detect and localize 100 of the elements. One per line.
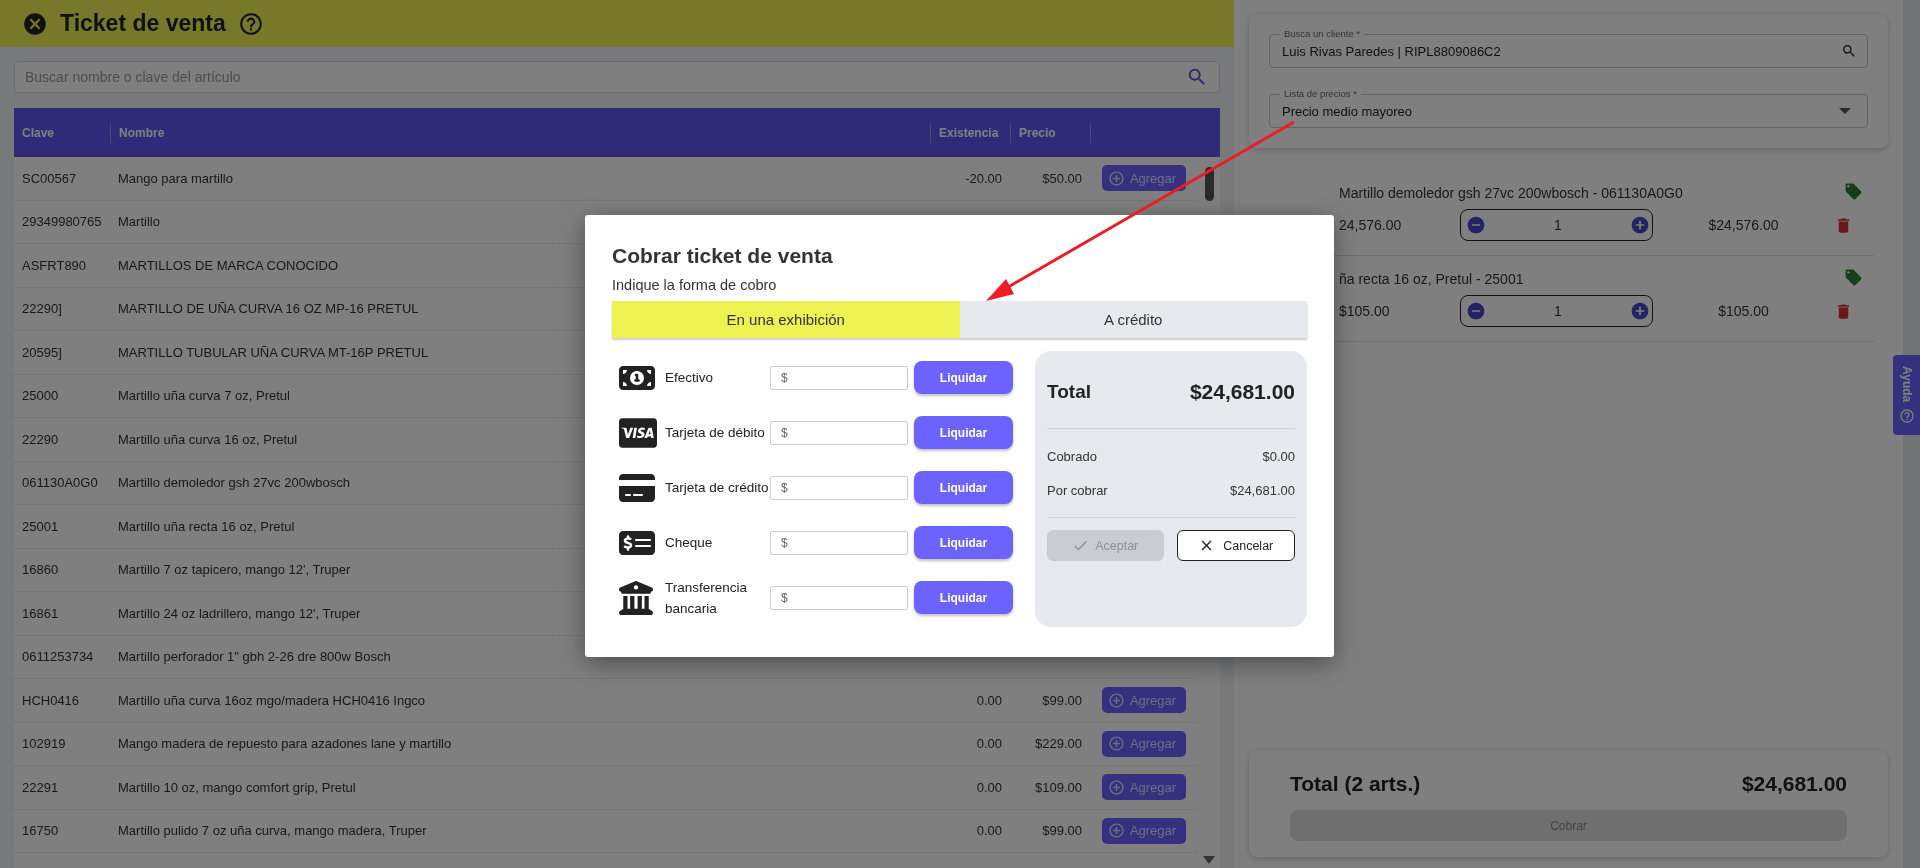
column-header: Clave	[21, 124, 56, 142]
summary-value: $24,681.00	[1229, 482, 1295, 498]
table-cell-text: 22291	[21, 779, 60, 795]
table-cell-text: 22290	[21, 431, 60, 447]
add-button[interactable]: Agregar	[1101, 687, 1187, 714]
table-cell-text: Martillo pulido 7 oz uña curva, mango madera, Truper	[117, 823, 428, 839]
add-button[interactable]: Agregar	[1101, 774, 1187, 801]
plus-icon[interactable]	[1630, 215, 1650, 235]
summary-label: Por cobrar	[1047, 482, 1108, 498]
add-button[interactable]: Agregar	[1101, 817, 1187, 844]
cancel-button[interactable]: Cancelar	[1176, 530, 1295, 561]
amount-field[interactable]: $	[770, 365, 908, 390]
tag-icon[interactable]	[1844, 182, 1863, 201]
payment-method-label: Efectivo	[665, 369, 715, 387]
page-title: Ticket de venta	[60, 10, 226, 37]
quantity-stepper[interactable]: 1	[1460, 295, 1653, 327]
table-cell-text: 102919	[21, 736, 67, 752]
table-cell-text: Martillo uña curva 16 oz, Pretul	[117, 431, 299, 447]
search-icon[interactable]	[1186, 66, 1208, 88]
payment-method-label: Tarjeta de crédito	[665, 479, 770, 497]
settle-button[interactable]: Liquidar	[914, 361, 1013, 394]
help-tab[interactable]: Ayuda	[1893, 355, 1920, 435]
add-icon	[1107, 735, 1125, 753]
table-cell-text: 0.00	[975, 823, 1003, 839]
table-cell-text: 0.00	[975, 736, 1003, 752]
column-header: Precio	[1010, 122, 1090, 143]
settle-button[interactable]: Liquidar	[914, 526, 1013, 559]
table-cell-text: MARTILLO DE UÑA CURVA 16 OZ MP-16 PRETUL	[117, 301, 420, 317]
settle-button[interactable]: Liquidar	[914, 471, 1013, 504]
cart-item-name: Martillo demoledor gsh 27vc 200wbosch - 061130A0G0	[1339, 185, 1683, 201]
table-cell-text: Martillo uña curva 16oz mgo/madera HCH0416 Ingco	[117, 692, 427, 708]
add-button[interactable]: Agregar	[1101, 165, 1187, 192]
payment-method-label: Cheque	[665, 534, 714, 552]
table-cell-text: MARTILLOS DE MARCA CONOCIDO	[117, 257, 340, 273]
line-total: $105.00	[1717, 303, 1770, 319]
table-cell-text: 25001	[21, 518, 60, 534]
table-cell-text: 16861	[21, 605, 60, 621]
summary-total-label: Total	[1047, 381, 1091, 403]
table-cell-text: 16750	[21, 823, 60, 839]
column-header: Nombre	[110, 122, 930, 143]
amount-field[interactable]: $	[770, 585, 908, 610]
unit-price: 24,576.00	[1339, 217, 1403, 233]
add-button[interactable]: Agregar	[1101, 730, 1187, 757]
add-icon	[1107, 778, 1125, 796]
table-cell-text: 0611253734	[21, 649, 95, 665]
table-cell-text: 20595]	[21, 344, 63, 360]
table-cell-text: $229.00	[1034, 736, 1083, 752]
summary-total: $24,681.00	[1189, 380, 1295, 404]
minus-icon[interactable]	[1466, 301, 1486, 321]
table-cell-text: Martillo 10 oz, mango comfort grip, Pretul	[117, 779, 357, 795]
table-cell-text: Martillo uña curva 7 oz, Pretul	[117, 388, 291, 404]
table-cell-text: ASFRT890	[21, 257, 88, 273]
search-icon[interactable]	[1841, 43, 1857, 59]
payment-tab[interactable]: A crédito	[959, 301, 1307, 338]
summary-label: Cobrado	[1047, 448, 1097, 464]
table-cell-text: $99.00	[1041, 823, 1083, 839]
table-cell-text: 0.00	[975, 779, 1003, 795]
table-cell-text: Martillo	[117, 214, 161, 230]
table-cell-text: Mango para martillo	[117, 170, 234, 186]
table-cell-text: HCH0416	[21, 692, 81, 708]
add-icon	[1107, 822, 1125, 840]
payment-method-label: Transferencia bancaria	[665, 578, 749, 618]
cart-item-name: ña recta 16 oz, Pretul - 25001	[1339, 271, 1524, 287]
table-cell-text: Mango madera de repuesto para azadones lane y martillo	[117, 736, 453, 752]
table-cell-text: Martillo 24 oz ladrillero, mango 12', Truper	[117, 605, 362, 621]
table-cell-text: 22290]	[21, 301, 63, 317]
table-cell-text: 25000	[21, 388, 60, 404]
table-cell-text: Martillo 7 oz tapicero, mango 12', Truper	[117, 562, 352, 578]
help-icon[interactable]	[237, 10, 264, 37]
amount-field[interactable]: $	[770, 420, 908, 445]
help-icon	[1898, 408, 1915, 425]
table-cell-text: $99.00	[1041, 692, 1083, 708]
payment-tab[interactable]: En una exhibición	[612, 301, 960, 338]
total-label: Total (2 arts.)	[1290, 772, 1421, 796]
total-amount: $24,681.00	[1741, 772, 1847, 796]
minus-icon[interactable]	[1466, 215, 1486, 235]
table-cell-text: SC00567	[21, 170, 78, 186]
summary-value: $0.00	[1262, 448, 1295, 464]
table-cell-text: 29349980765	[21, 214, 103, 230]
quantity-stepper[interactable]: 1	[1460, 209, 1653, 241]
column-header: Existencia	[930, 122, 1010, 143]
add-icon	[1107, 691, 1125, 709]
amount-field[interactable]: $	[770, 475, 908, 500]
payment-method-label: Tarjeta de débito	[665, 424, 766, 442]
unit-price: $105.00	[1339, 303, 1391, 319]
table-cell-text: 061130A0G0	[21, 475, 99, 491]
dialog-title: Cobrar ticket de venta	[612, 244, 834, 268]
table-cell-text: $109.00	[1034, 779, 1083, 795]
settle-button[interactable]: Liquidar	[914, 581, 1013, 614]
table-cell-text: Martillo uña recta 16 oz, Pretul	[117, 518, 296, 534]
amount-field[interactable]: $	[770, 530, 908, 555]
table-cell-text: Martillo perforador 1" gbh 2-26 dre 800w Bosch	[117, 649, 392, 665]
add-icon	[1107, 169, 1125, 187]
table-cell-text: $50.00	[1041, 170, 1083, 186]
tag-icon[interactable]	[1844, 268, 1863, 287]
table-cell-text: MARTILLO TUBULAR UÑA CURVA MT-16P PRETUL	[117, 344, 430, 360]
settle-button[interactable]: Liquidar	[914, 416, 1013, 449]
close-icon[interactable]	[22, 10, 48, 37]
table-cell-text: 0.00	[975, 692, 1003, 708]
plus-icon[interactable]	[1630, 301, 1650, 321]
